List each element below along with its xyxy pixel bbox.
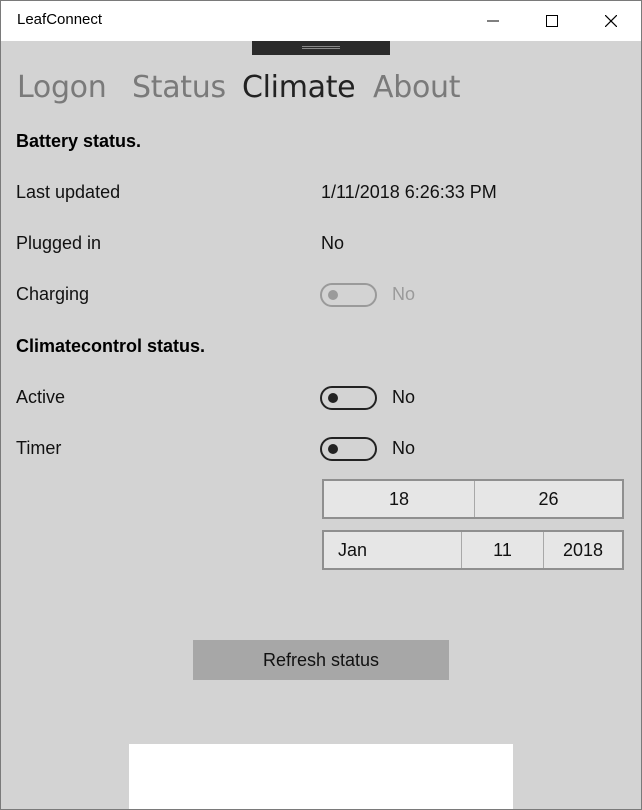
tab-about[interactable]: About <box>373 70 461 105</box>
time-picker-hour[interactable]: 18 <box>324 481 474 517</box>
maximize-icon <box>546 14 558 27</box>
active-toggle[interactable] <box>320 386 377 410</box>
plugged-in-label: Plugged in <box>16 233 102 253</box>
close-icon <box>605 14 617 27</box>
active-toggle-text: No <box>392 387 416 407</box>
bottom-panel <box>129 744 513 809</box>
charging-label: Charging <box>16 284 90 304</box>
toggle-knob <box>328 393 338 403</box>
drag-handle[interactable] <box>252 41 390 55</box>
date-picker-year[interactable]: 2018 <box>543 532 622 568</box>
timer-label: Timer <box>16 438 62 458</box>
climatecontrol-status-heading: Climatecontrol status. <box>16 336 206 356</box>
maximize-button[interactable] <box>523 0 581 41</box>
time-picker-minute[interactable]: 26 <box>474 481 622 517</box>
time-picker[interactable]: 18 26 <box>322 479 624 519</box>
refresh-status-button[interactable]: Refresh status <box>193 640 449 680</box>
charging-toggle-text: No <box>392 284 416 304</box>
date-picker-day[interactable]: 11 <box>461 532 543 568</box>
battery-status-heading: Battery status. <box>16 131 142 151</box>
title-bar: LeafConnect <box>0 0 642 41</box>
plugged-in-value: No <box>321 233 345 253</box>
grip-icon <box>302 46 340 49</box>
toggle-knob <box>328 290 338 300</box>
timer-toggle[interactable] <box>320 437 377 461</box>
close-button[interactable] <box>582 0 640 41</box>
tab-logon[interactable]: Logon <box>17 70 107 105</box>
active-label: Active <box>16 387 66 407</box>
last-updated-label: Last updated <box>16 182 121 202</box>
date-picker[interactable]: Jan 11 2018 <box>322 530 624 570</box>
tab-climate[interactable]: Climate <box>242 70 356 105</box>
app-title: LeafConnect <box>17 11 103 28</box>
minimize-button[interactable] <box>464 0 522 41</box>
charging-toggle <box>320 283 377 307</box>
tab-status[interactable]: Status <box>132 70 226 105</box>
minimize-icon <box>487 20 499 21</box>
toggle-knob <box>328 444 338 454</box>
last-updated-value: 1/11/2018 6:26:33 PM <box>321 182 497 202</box>
app-content: Logon Status Climate About Battery statu… <box>1 41 641 809</box>
date-picker-month[interactable]: Jan <box>324 532 461 568</box>
timer-toggle-text: No <box>392 438 416 458</box>
